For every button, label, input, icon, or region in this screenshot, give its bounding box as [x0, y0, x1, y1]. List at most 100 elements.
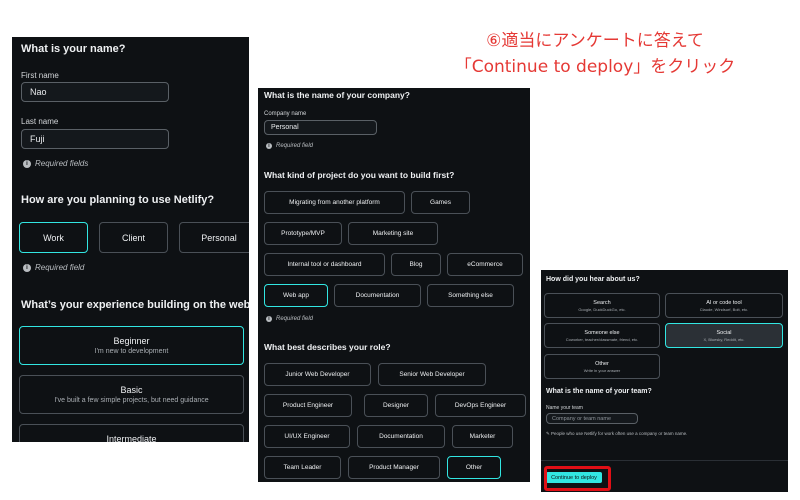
project-option-prototype[interactable]: Prototype/MVP: [264, 222, 342, 245]
project-option-ecommerce-label: eCommerce: [467, 261, 503, 268]
role-option-marketer-label: Marketer: [469, 433, 496, 440]
experience-option-beginner[interactable]: Beginner I'm new to development: [19, 326, 244, 365]
project-option-marketing-site[interactable]: Marketing site: [348, 222, 438, 245]
project-required-text: Required field: [276, 316, 314, 322]
first-name-value: Nao: [30, 87, 47, 97]
last-name-label: Last name: [21, 117, 59, 126]
usage-required-text: Required field: [35, 263, 85, 272]
team-question: What is the name of your team?: [546, 388, 652, 395]
usage-option-work[interactable]: Work: [19, 222, 88, 253]
role-option-junior-web-developer[interactable]: Junior Web Developer: [264, 363, 371, 386]
role-option-product-manager[interactable]: Product Manager: [348, 456, 440, 479]
role-option-designer[interactable]: Designer: [364, 394, 428, 417]
hear-other-desc: Write in your answer: [583, 367, 621, 373]
usage-option-client-label: Client: [121, 232, 145, 243]
source-team-panel: How did you hear about us? Search Google…: [541, 270, 788, 492]
experience-beginner-desc: I'm new to development: [94, 348, 169, 355]
company-name-field[interactable]: Personal: [264, 120, 377, 135]
hear-other-title: Other: [595, 360, 609, 367]
usage-option-client[interactable]: Client: [99, 222, 168, 253]
footer-divider: [541, 460, 788, 461]
project-option-blog-label: Blog: [409, 261, 423, 268]
usage-option-personal[interactable]: Personal: [179, 222, 249, 253]
hear-ai-title: AI or code tool: [706, 299, 742, 306]
role-option-other-label: Other: [465, 464, 483, 471]
role-option-designer-label: Designer: [382, 402, 409, 409]
role-option-team-leader[interactable]: Team Leader: [264, 456, 341, 479]
name-usage-experience-panel: What is your name? First name Nao Last n…: [12, 37, 249, 442]
role-option-senior-label: Senior Web Developer: [399, 371, 465, 378]
team-name-label: Name your team: [546, 405, 583, 411]
hear-social-title: Social: [716, 329, 732, 336]
experience-option-basic[interactable]: Basic I've built a few simple projects, …: [19, 375, 244, 414]
experience-question: What’s your experience building on the w…: [21, 299, 249, 311]
experience-intermediate-title: Intermediate: [106, 434, 157, 442]
info-icon: i: [266, 316, 272, 322]
project-option-internal-tool[interactable]: Internal tool or dashboard: [264, 253, 385, 276]
first-name-field[interactable]: Nao: [21, 82, 169, 102]
usage-option-work-label: Work: [43, 232, 64, 243]
project-option-games-label: Games: [430, 199, 451, 206]
company-question: What is the name of your company?: [264, 90, 410, 100]
role-option-junior-label: Junior Web Developer: [285, 371, 350, 378]
hear-search-desc: Google, DuckDuckGo, etc.: [578, 306, 626, 312]
project-option-something-else[interactable]: Something else: [427, 284, 514, 307]
role-option-documentation[interactable]: Documentation: [357, 425, 445, 448]
project-option-ecommerce[interactable]: eCommerce: [447, 253, 523, 276]
hear-option-social[interactable]: Social X, Bluesky, Reddit, etc.: [665, 323, 783, 348]
role-option-team-leader-label: Team Leader: [283, 464, 322, 471]
role-option-devops-label: DevOps Engineer: [454, 402, 507, 409]
last-name-value: Fuji: [30, 134, 45, 144]
team-note-text: People who use Netlify for work often us…: [551, 431, 688, 436]
hear-option-other[interactable]: Other Write in your answer: [544, 354, 660, 379]
hear-option-search[interactable]: Search Google, DuckDuckGo, etc.: [544, 293, 660, 318]
required-fields-hint: i Required fields: [23, 159, 88, 168]
company-required-hint: i Required field: [266, 143, 313, 149]
hear-ai-desc: Claude, Windsurf, Bolt, etc.: [699, 306, 749, 312]
experience-basic-title: Basic: [120, 385, 143, 395]
usage-question: How are you planning to use Netlify?: [21, 194, 215, 206]
info-icon: i: [23, 263, 31, 272]
project-option-blog[interactable]: Blog: [391, 253, 441, 276]
annotation-line-1: ⑥適当にアンケートに答えて: [486, 31, 704, 51]
experience-beginner-title: Beginner: [113, 336, 150, 346]
role-option-ui-ux-engineer[interactable]: UI/UX Engineer: [264, 425, 350, 448]
first-name-label: First name: [21, 71, 59, 80]
experience-basic-desc: I've built a few simple projects, but ne…: [54, 397, 209, 404]
experience-option-intermediate[interactable]: Intermediate: [19, 424, 244, 442]
role-option-product-engineer[interactable]: Product Engineer: [264, 394, 352, 417]
hear-search-title: Search: [593, 299, 611, 306]
company-name-value: Personal: [271, 124, 299, 131]
project-option-internal-tool-label: Internal tool or dashboard: [287, 261, 362, 268]
usage-option-personal-label: Personal: [201, 232, 237, 243]
project-option-documentation-label: Documentation: [355, 292, 400, 299]
role-option-documentation-label: Documentation: [379, 433, 423, 440]
name-question: What is your name?: [21, 43, 126, 55]
hear-question: How did you hear about us?: [546, 276, 640, 283]
annotation-line-2: 「Continue to deploy」をクリック: [454, 57, 736, 77]
hear-someone-title: Someone else: [584, 329, 620, 336]
role-option-product-engineer-label: Product Engineer: [282, 402, 334, 409]
project-option-something-else-label: Something else: [448, 292, 493, 299]
continue-button-highlight: [544, 466, 611, 491]
last-name-field[interactable]: Fuji: [21, 129, 169, 149]
required-fields-text: Required fields: [35, 159, 89, 168]
project-option-documentation[interactable]: Documentation: [334, 284, 421, 307]
company-required-text: Required field: [276, 143, 314, 149]
role-option-uiux-label: UI/UX Engineer: [284, 433, 330, 440]
project-question: What kind of project do you want to buil…: [264, 170, 455, 180]
role-option-marketer[interactable]: Marketer: [452, 425, 513, 448]
role-option-other[interactable]: Other: [447, 456, 501, 479]
hear-option-someone-else[interactable]: Someone else Coworker, teacher/classmate…: [544, 323, 660, 348]
role-option-devops-engineer[interactable]: DevOps Engineer: [435, 394, 526, 417]
project-option-web-app[interactable]: Web app: [264, 284, 328, 307]
usage-required-hint: i Required field: [23, 263, 84, 272]
project-option-migrating[interactable]: Migrating from another platform: [264, 191, 405, 214]
project-option-games[interactable]: Games: [411, 191, 470, 214]
role-option-product-manager-label: Product Manager: [369, 464, 419, 471]
team-name-field[interactable]: Company or team name: [546, 413, 638, 424]
hear-option-ai-tool[interactable]: AI or code tool Claude, Windsurf, Bolt, …: [665, 293, 783, 318]
project-option-prototype-label: Prototype/MVP: [281, 230, 325, 237]
role-option-senior-web-developer[interactable]: Senior Web Developer: [378, 363, 486, 386]
project-option-migrating-label: Migrating from another platform: [289, 199, 380, 206]
